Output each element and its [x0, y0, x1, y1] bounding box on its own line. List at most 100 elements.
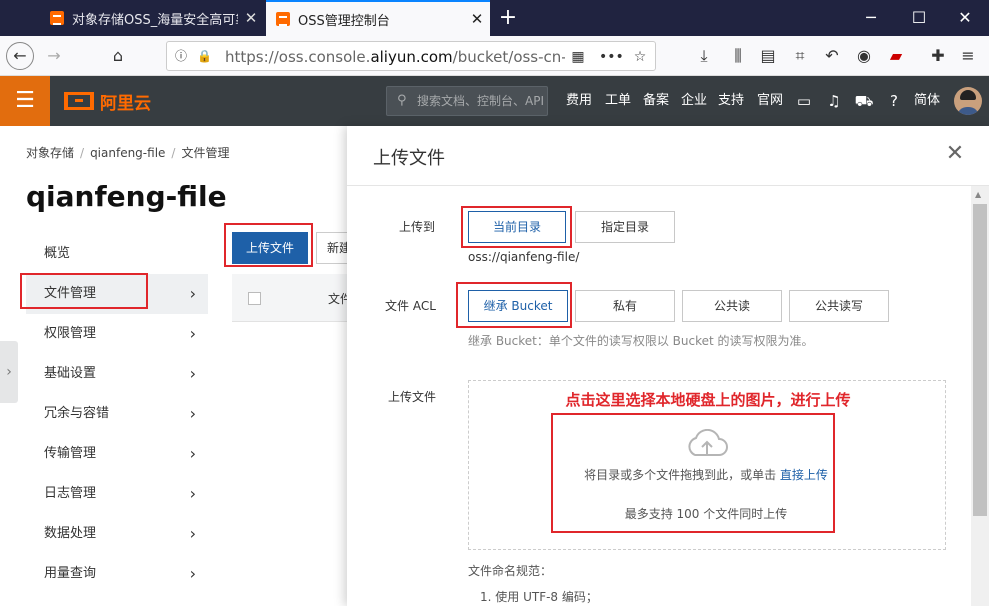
naming-rule-item: 1. 使用 UTF-8 编码； — [480, 590, 598, 604]
acl-public-read-button[interactable]: 公共读 — [682, 290, 782, 322]
file-list-area: 上传文件 新建 文件 — [232, 228, 356, 528]
new-tab-button[interactable]: + — [494, 4, 522, 32]
menu-item-redundancy[interactable]: 冗余与容错 › — [26, 394, 208, 434]
menu-item-basic-settings[interactable]: 基础设置 › — [26, 354, 208, 394]
console-search-input[interactable]: ⚲ 搜索文档、控制台、API — [386, 86, 548, 116]
chevron-right-icon: › — [189, 284, 196, 303]
instruction-annotation: 点击这里选择本地硬盘上的图片，进行上传 — [565, 391, 851, 409]
cart-icon[interactable]: ⛟ — [854, 90, 874, 112]
console-header: ☰ 阿里云 ⚲ 搜索文档、控制台、API 费用 工单 备案 企业 支持 官网 ▭… — [0, 76, 989, 126]
menu-label: 冗余与容错 — [44, 406, 110, 421]
terminal-icon[interactable]: ▭ — [794, 90, 814, 112]
breadcrumb-oss[interactable]: 对象存储 — [26, 146, 74, 160]
browser-tab-oss-console[interactable]: OSS管理控制台 ✕ — [266, 0, 490, 36]
menu-item-usage[interactable]: 用量查询 › — [26, 554, 208, 594]
header-link-support[interactable]: 支持 — [718, 76, 744, 126]
menu-item-logs[interactable]: 日志管理 › — [26, 474, 208, 514]
upload-to-label: 上传到 — [399, 220, 436, 234]
header-link-icp[interactable]: 备案 — [643, 76, 669, 126]
menu-item-overview[interactable]: 概览 — [26, 234, 208, 274]
chevron-right-icon: › — [189, 404, 196, 423]
breadcrumb-bucket[interactable]: qianfeng-file — [90, 146, 165, 160]
url-text[interactable]: https://oss.console.aliyun.com/bucket/os… — [225, 48, 565, 66]
download-icon[interactable]: ⤓ — [690, 42, 718, 70]
header-link-billing[interactable]: 费用 — [566, 76, 592, 126]
help-icon[interactable]: ? — [884, 90, 904, 112]
tab-title: 对象存储OSS_海量安全高可靠 — [72, 12, 238, 28]
menu-label: 用量查询 — [44, 566, 97, 581]
acl-public-read-write-button[interactable]: 公共读写 — [789, 290, 889, 322]
browser-tab-oss-product[interactable]: 对象存储OSS_海量安全高可靠 ✕ — [40, 0, 264, 36]
naming-rules-title: 文件命名规范： — [468, 564, 553, 578]
breadcrumb: 对象存储 / qianfeng-file / 文件管理 — [26, 146, 230, 160]
page-actions-icon[interactable]: ••• — [599, 46, 624, 68]
menu-label: 基础设置 — [44, 366, 97, 381]
acl-private-button[interactable]: 私有 — [575, 290, 675, 322]
close-dialog-icon[interactable]: ✕ — [945, 142, 965, 166]
upload-path: oss://qianfeng-file/ — [468, 250, 580, 264]
menu-item-permissions[interactable]: 权限管理 › — [26, 314, 208, 354]
qr-code-icon[interactable]: ▦ — [567, 46, 589, 68]
menu-label: 概览 — [44, 246, 71, 261]
aliyun-favicon-icon — [276, 12, 290, 26]
browser-titlebar: 对象存储OSS_海量安全高可靠 ✕ OSS管理控制台 ✕ + ─ ☐ ✕ — [0, 0, 989, 36]
chevron-right-icon: › — [189, 324, 196, 343]
highlight-upload-button — [224, 223, 313, 267]
home-icon[interactable]: ⌂ — [104, 42, 132, 70]
header-link-website[interactable]: 官网 — [757, 76, 783, 126]
maximize-window-icon[interactable]: ☐ — [896, 0, 942, 36]
select-all-checkbox[interactable] — [248, 292, 261, 305]
tab-title: OSS管理控制台 — [298, 13, 390, 29]
menu-icon[interactable]: ≡ — [954, 42, 982, 70]
url-bar[interactable]: ⓘ 🔒 https://oss.console.aliyun.com/bucke… — [166, 41, 656, 71]
search-icon: ⚲ — [397, 93, 407, 108]
upload-file-label: 上传文件 — [388, 390, 437, 404]
scrollbar-thumb[interactable] — [973, 204, 987, 516]
browser-navbar: ← → ⌂ ⓘ 🔒 https://oss.console.aliyun.com… — [0, 36, 989, 76]
collapse-sidebar-handle[interactable]: › — [0, 341, 18, 403]
aliyun-favicon-icon — [50, 11, 64, 25]
scroll-up-icon[interactable]: ▲ — [975, 190, 981, 199]
dialog-header: 上传文件 ✕ — [347, 126, 989, 186]
back-arrow-icon[interactable]: ← — [6, 42, 34, 70]
library-icon[interactable]: ⫼ — [724, 42, 752, 70]
close-tab-icon[interactable]: ✕ — [238, 9, 264, 27]
highlight-current-directory — [461, 206, 572, 248]
header-link-enterprise[interactable]: 企业 — [681, 76, 707, 126]
user-avatar[interactable] — [954, 87, 982, 115]
menu-item-data-processing[interactable]: 数据处理 › — [26, 514, 208, 554]
minimize-window-icon[interactable]: ─ — [848, 0, 894, 36]
lock-icon: 🔒 — [197, 49, 212, 63]
page-title: qianfeng-file — [26, 180, 227, 213]
aliyun-logo-icon — [64, 92, 94, 110]
specified-directory-button[interactable]: 指定目录 — [575, 211, 675, 243]
chevron-right-icon: › — [189, 484, 196, 503]
sidebar-icon[interactable]: ▤ — [754, 42, 782, 70]
forward-arrow-icon[interactable]: → — [40, 42, 68, 70]
close-window-icon[interactable]: ✕ — [942, 0, 988, 36]
bookmark-star-icon[interactable]: ☆ — [629, 46, 651, 68]
language-switch[interactable]: 简体 — [914, 76, 940, 126]
dialog-scrollbar[interactable]: ▲ — [971, 186, 989, 606]
undo-icon[interactable]: ↶ — [818, 42, 846, 70]
menu-label: 数据处理 — [44, 526, 97, 541]
highlight-acl-inherit — [456, 282, 572, 328]
hamburger-menu-icon[interactable]: ☰ — [0, 76, 50, 126]
account-icon[interactable]: ◉ — [850, 42, 878, 70]
file-table-header: 文件 — [232, 274, 352, 322]
site-info-icon[interactable]: ⓘ — [173, 48, 189, 64]
logo-text: 阿里云 — [100, 93, 151, 114]
screenshot-crop-icon[interactable]: ⌗ — [786, 42, 814, 70]
highlight-drop-zone — [551, 413, 835, 533]
notification-bell-icon[interactable]: ♫ — [824, 90, 844, 112]
chevron-right-icon: › — [189, 364, 196, 383]
flash-icon[interactable]: ▰ — [882, 42, 910, 70]
upload-file-dialog: 上传文件 ✕ 上传到 当前目录 指定目录 oss://qianfeng-file… — [347, 126, 989, 606]
menu-item-transfer[interactable]: 传输管理 › — [26, 434, 208, 474]
close-tab-icon[interactable]: ✕ — [464, 10, 490, 28]
menu-label: 传输管理 — [44, 446, 97, 461]
extensions-icon[interactable]: ✚ — [924, 42, 952, 70]
chevron-right-icon: › — [189, 564, 196, 583]
header-link-ticket[interactable]: 工单 — [605, 76, 631, 126]
aliyun-logo[interactable]: 阿里云 — [64, 90, 151, 114]
